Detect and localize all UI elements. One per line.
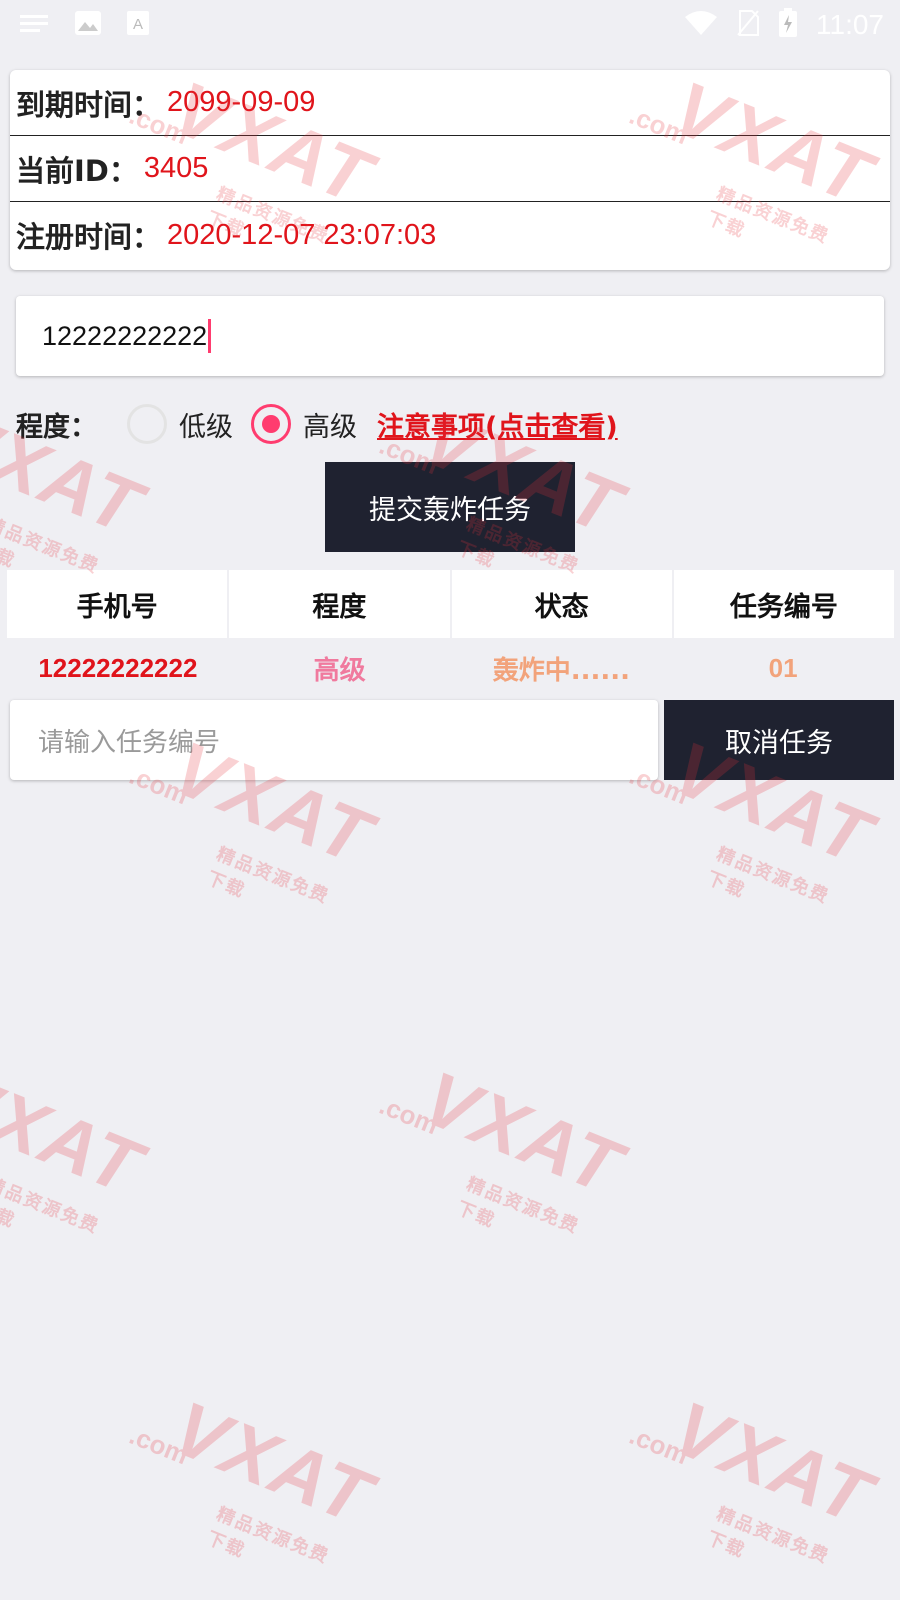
a-box-icon: A [126,10,150,40]
watermark-logo: VXAT .com 精品资源免费下载 [375,1055,634,1238]
row-level: 高级 [313,655,366,686]
cancel-task-button[interactable]: 取消任务 [664,700,894,780]
header-status: 状态 [451,570,672,638]
status-bar: A 11:07 [0,0,900,50]
sim-off-icon [736,9,760,41]
task-id-input[interactable]: 请输入任务编号 [10,700,658,780]
expiry-row: 到期时间： 2099-09-09 [10,70,890,136]
image-icon [74,10,102,40]
id-label: 当前ID： [16,153,138,188]
row-task-id: 01 [768,652,798,683]
radio-low-label[interactable]: 低级 [179,405,233,444]
radio-high-label[interactable]: 高级 [303,405,357,444]
notification-lines-icon [20,13,50,37]
text-cursor [208,319,212,353]
register-row: 注册时间： 2020-12-07 23:07:03 [10,202,890,268]
row-phone: 12222222222 [38,652,198,683]
radio-high[interactable] [251,404,291,444]
clock: 11:07 [816,9,884,40]
radio-low[interactable] [127,404,167,444]
header-task-id: 任务编号 [673,570,894,638]
battery-charging-icon [778,8,798,42]
watermark-logo: VXAT .com 精品资源免费下载 [125,1385,384,1568]
submit-task-button[interactable]: 提交轰炸任务 [325,462,575,552]
expiry-value: 2099-09-09 [167,86,316,118]
notice-link[interactable]: 注意事项(点击查看) [377,405,618,444]
register-label: 注册时间： [16,220,162,254]
level-label: 程度： [16,411,97,443]
level-selector: 程度： 低级 高级 注意事项(点击查看) [16,400,618,448]
watermark-logo: VXAT 精品资源免费下载 [0,1055,154,1238]
phone-number-input[interactable]: 12222222222 [16,296,884,376]
task-table-header: 手机号 程度 状态 任务编号 [7,570,894,638]
watermark-logo: VXAT .com 精品资源免费下载 [625,1385,884,1568]
id-row: 当前ID： 3405 [10,136,890,202]
account-info-card: 到期时间： 2099-09-09 当前ID： 3405 注册时间： 2020-1… [10,70,890,270]
expiry-label: 到期时间： [16,87,162,122]
table-row: 12222222222 高级 轰炸中...... 01 [7,638,894,698]
row-status: 轰炸中...... [492,655,630,686]
header-level: 程度 [229,570,450,638]
svg-text:A: A [133,16,143,33]
wifi-icon [684,9,718,41]
register-value: 2020-12-07 23:07:03 [167,218,437,251]
id-value: 3405 [143,152,209,184]
task-id-placeholder: 请输入任务编号 [38,727,221,758]
phone-input-value: 12222222222 [42,320,208,351]
header-phone: 手机号 [7,570,228,638]
